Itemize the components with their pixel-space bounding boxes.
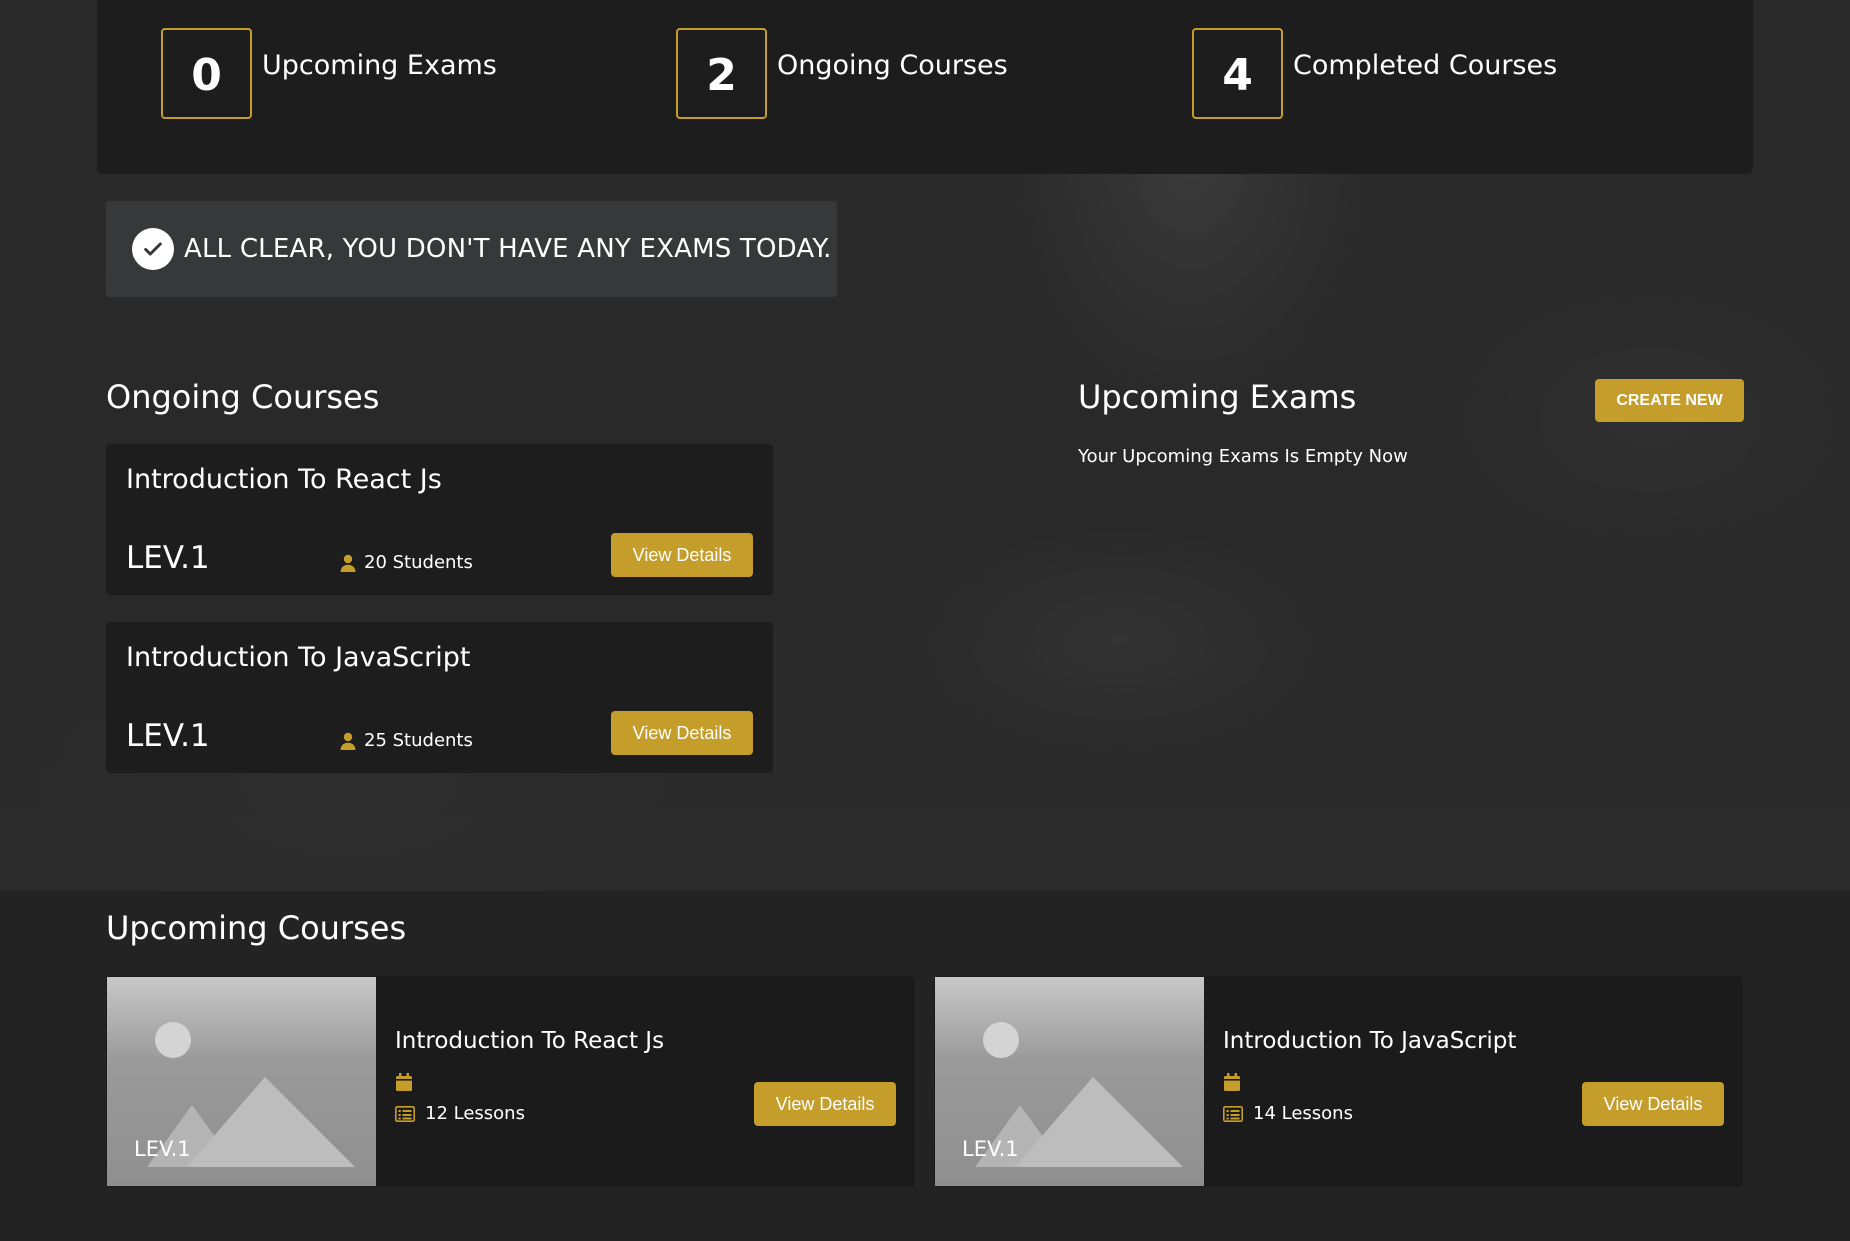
course-thumbnail: LEV.1 (107, 977, 376, 1186)
course-level: LEV.1 (962, 1137, 1019, 1161)
students-label: 20 Students (364, 552, 473, 573)
course-title: Introduction To JavaScript (1223, 1028, 1517, 1054)
stat-upcoming-exams: 0 Upcoming Exams (161, 28, 497, 119)
list-icon (395, 1105, 415, 1122)
course-title: Introduction To JavaScript (126, 642, 471, 673)
students-count: 20 Students (340, 552, 473, 573)
lessons-label: 12 Lessons (425, 1103, 525, 1124)
students-count: 25 Students (340, 730, 473, 751)
course-thumbnail: LEV.1 (935, 977, 1204, 1186)
course-title: Introduction To React Js (395, 1028, 665, 1054)
ongoing-course-card: Introduction To JavaScript LEV.1 25 Stud… (106, 622, 773, 773)
course-level: LEV.1 (126, 718, 210, 754)
lessons-label: 14 Lessons (1253, 1103, 1353, 1124)
list-icon (1223, 1105, 1243, 1122)
stat-label: Completed Courses (1293, 50, 1558, 81)
course-level: LEV.1 (134, 1137, 191, 1161)
stat-count: 2 (676, 28, 767, 119)
all-clear-banner: ALL CLEAR, YOU DON'T HAVE ANY EXAMS TODA… (106, 201, 837, 297)
upcoming-exams-heading: Upcoming Exams (1078, 378, 1357, 416)
user-icon (340, 554, 356, 572)
students-label: 25 Students (364, 730, 473, 751)
lessons-count: 14 Lessons (1223, 1103, 1353, 1124)
course-level: LEV.1 (126, 540, 210, 576)
stat-count: 4 (1192, 28, 1283, 119)
calendar-icon (396, 1073, 412, 1091)
calendar-icon (1224, 1073, 1240, 1091)
view-details-button[interactable]: View Details (611, 533, 753, 577)
ongoing-courses-heading: Ongoing Courses (106, 378, 380, 416)
course-title: Introduction To React Js (126, 464, 442, 495)
view-details-button[interactable]: View Details (611, 711, 753, 755)
create-new-button[interactable]: CREATE NEW (1595, 379, 1744, 422)
upcoming-courses-heading: Upcoming Courses (106, 909, 407, 947)
check-circle-icon (132, 228, 174, 270)
stat-count: 0 (161, 28, 252, 119)
all-clear-text: ALL CLEAR, YOU DON'T HAVE ANY EXAMS TODA… (184, 234, 832, 264)
upcoming-course-card: LEV.1 Introduction To JavaScript 14 Less… (934, 976, 1743, 1187)
stat-completed-courses: 4 Completed Courses (1192, 28, 1557, 119)
stat-ongoing-courses: 2 Ongoing Courses (676, 28, 1008, 119)
view-details-button[interactable]: View Details (754, 1082, 896, 1126)
user-icon (340, 732, 356, 750)
view-details-button[interactable]: View Details (1582, 1082, 1724, 1126)
stat-label: Upcoming Exams (262, 50, 497, 81)
exams-empty-message: Your Upcoming Exams Is Empty Now (1078, 446, 1408, 467)
upcoming-course-card: LEV.1 Introduction To React Js 12 Lesson… (106, 976, 915, 1187)
lessons-count: 12 Lessons (395, 1103, 525, 1124)
stats-bar: 0 Upcoming Exams 2 Ongoing Courses 4 Com… (97, 0, 1753, 174)
ongoing-course-card: Introduction To React Js LEV.1 20 Studen… (106, 444, 773, 595)
stat-label: Ongoing Courses (777, 50, 1008, 81)
